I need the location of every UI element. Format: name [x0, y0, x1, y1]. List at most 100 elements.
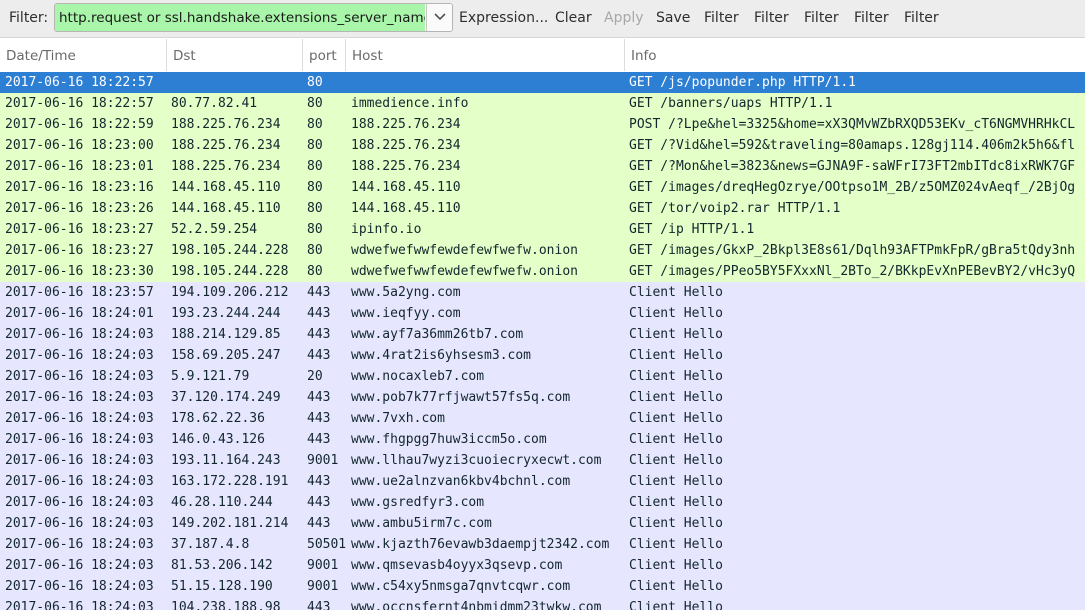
packet-row[interactable]: 2017-06-16 18:23:30 198.105.244.228 80 wdwe…: [0, 261, 1085, 282]
clear-button[interactable]: Clear: [555, 10, 592, 26]
packet-info: GET /images/GkxP_2Bkpl3E8s61/Dqlh93AFTPm…: [629, 243, 1076, 258]
packet-dst: 52.2.59.254: [171, 222, 258, 237]
packet-time: 2017-06-16 18:23:30: [5, 264, 154, 279]
packet-time: 2017-06-16 18:24:03: [5, 537, 154, 552]
packet-row[interactable]: 2017-06-16 18:24:03 81.53.206.142 9001 www.…: [0, 555, 1085, 576]
packet-port: 50501: [307, 537, 347, 552]
packet-port: 80: [307, 201, 323, 216]
filter-button-4[interactable]: Filter: [854, 10, 889, 26]
packet-row[interactable]: 2017-06-16 18:24:03 158.69.205.247 443 www.…: [0, 345, 1085, 366]
packet-row[interactable]: 2017-06-16 18:23:27 52.2.59.254 80 ipinfo.i…: [0, 219, 1085, 240]
packet-row[interactable]: 2017-06-16 18:23:26 144.168.45.110 80 144.1…: [0, 198, 1085, 219]
packet-row[interactable]: 2017-06-16 18:24:03 193.11.164.243 9001 www…: [0, 450, 1085, 471]
packet-time: 2017-06-16 18:23:16: [5, 180, 154, 195]
packet-row[interactable]: 2017-06-16 18:24:03 46.28.110.244 443 www.g…: [0, 492, 1085, 513]
packet-host: www.ieqfyy.com: [351, 306, 461, 321]
column-header-datetime[interactable]: Date/Time: [0, 39, 167, 71]
packet-host: ipinfo.io: [351, 222, 422, 237]
packet-host: www.ue2alnzvan6kbv4bchnl.com: [351, 474, 571, 489]
packet-row[interactable]: 2017-06-16 18:24:03 178.62.22.36 443 www.7v…: [0, 408, 1085, 429]
packet-row[interactable]: 2017-06-16 18:24:03 37.120.174.249 443 www.…: [0, 387, 1085, 408]
expression-button[interactable]: Expression...: [459, 10, 548, 26]
packet-row[interactable]: 2017-06-16 18:24:03 149.202.181.214 443 www…: [0, 513, 1085, 534]
packet-host: [351, 72, 623, 93]
filter-button-5[interactable]: Filter: [904, 10, 939, 26]
filter-dropdown-button[interactable]: [426, 4, 452, 31]
packet-host: www.llhau7wyzi3cuoiecryxecwt.com: [351, 453, 602, 468]
packet-port: 9001: [307, 558, 339, 573]
packet-row[interactable]: 2017-06-16 18:24:03 146.0.43.126 443 www.fh…: [0, 429, 1085, 450]
packet-host: wdwefwefwwfewdefewfwefw.onion: [351, 264, 578, 279]
packet-row[interactable]: 2017-06-16 18:24:03 5.9.121.79 20 www.nocax…: [0, 366, 1085, 387]
column-header-info[interactable]: Info: [625, 39, 1085, 71]
packet-dst: 194.109.206.212: [171, 285, 289, 300]
packet-port: 80: [307, 222, 323, 237]
packet-host: www.ambu5irm7c.com: [351, 516, 492, 531]
packet-info: GET /images/PPeo5BY5FXxxNl_2BTo_2/BKkpEv…: [629, 264, 1076, 279]
packet-time: 2017-06-16 18:24:03: [5, 369, 154, 384]
save-button[interactable]: Save: [656, 10, 690, 26]
column-header-dst[interactable]: Dst: [167, 39, 303, 71]
packet-info: Client Hello: [629, 474, 723, 489]
packet-host: www.kjazth76evawb3daempjt2342.com: [351, 537, 610, 552]
packet-row[interactable]: 2017-06-16 18:24:01 193.23.244.244 443 www.…: [0, 303, 1085, 324]
packet-port: 443: [307, 306, 331, 321]
packet-row[interactable]: 2017-06-16 18:22:59 188.225.76.234 80 188.2…: [0, 114, 1085, 135]
packet-row[interactable]: 2017-06-16 18:23:16 144.168.45.110 80 144.1…: [0, 177, 1085, 198]
packet-time: 2017-06-16 18:23:26: [5, 201, 154, 216]
display-filter-input[interactable]: http.request or ssl.handshake.extensions…: [55, 4, 425, 31]
packet-host: www.ayf7a36mm26tb7.com: [351, 327, 524, 342]
packet-time: 2017-06-16 18:24:03: [5, 474, 154, 489]
packet-row[interactable]: 2017-06-16 18:24:03 104.238.188.98 443 www.…: [0, 597, 1085, 610]
packet-dst: [171, 72, 301, 93]
packet-dst: 37.187.4.8: [171, 537, 250, 552]
packet-time: 2017-06-16 18:22:57: [5, 75, 154, 90]
packet-time: 2017-06-16 18:24:03: [5, 558, 154, 573]
packet-time: 2017-06-16 18:24:03: [5, 600, 154, 610]
column-header-port[interactable]: port: [303, 39, 346, 71]
column-header-host[interactable]: Host: [346, 39, 625, 71]
filter-toolbar: Filter: http.request or ssl.handshake.ex…: [0, 0, 1085, 38]
packet-row[interactable]: 2017-06-16 18:22:57 80.77.82.41 80 immedien…: [0, 93, 1085, 114]
packet-time: 2017-06-16 18:24:03: [5, 453, 154, 468]
packet-row-selected[interactable]: 2017-06-16 18:22:57 80 GET /js/popunder.ph…: [0, 72, 1085, 93]
packet-list-header: Date/Time Dst port Host Info: [0, 39, 1085, 71]
packet-time: 2017-06-16 18:22:57: [5, 96, 154, 111]
packet-row[interactable]: 2017-06-16 18:23:01 188.225.76.234 80 188.2…: [0, 156, 1085, 177]
packet-port: 80: [307, 243, 323, 258]
packet-dst: 178.62.22.36: [171, 411, 265, 426]
packet-row[interactable]: 2017-06-16 18:24:03 188.214.129.85 443 www.…: [0, 324, 1085, 345]
filter-label: Filter:: [9, 10, 49, 26]
packet-list: 2017-06-16 18:22:57 80 GET /js/popunder.ph…: [0, 72, 1085, 610]
packet-info: GET /?Vid&hel=592&traveling=80amaps.128g…: [629, 138, 1076, 153]
packet-row[interactable]: 2017-06-16 18:23:00 188.225.76.234 80 188.2…: [0, 135, 1085, 156]
packet-info: GET /images/dreqHegOzrye/OOtpso1M_2B/z5O…: [629, 180, 1076, 195]
apply-button[interactable]: Apply: [604, 10, 644, 26]
filter-button-1[interactable]: Filter: [704, 10, 739, 26]
packet-time: 2017-06-16 18:24:03: [5, 390, 154, 405]
filter-button-3[interactable]: Filter: [804, 10, 839, 26]
packet-row[interactable]: 2017-06-16 18:24:03 163.172.228.191 443 www…: [0, 471, 1085, 492]
display-filter-combo[interactable]: http.request or ssl.handshake.extensions…: [54, 3, 453, 32]
packet-port: 443: [307, 432, 331, 447]
packet-info: Client Hello: [629, 579, 723, 594]
packet-info: GET /js/popunder.php HTTP/1.1: [629, 75, 856, 90]
packet-row[interactable]: 2017-06-16 18:23:27 198.105.244.228 80 wdwe…: [0, 240, 1085, 261]
packet-row[interactable]: 2017-06-16 18:24:03 37.187.4.8 50501 www.kj…: [0, 534, 1085, 555]
packet-info: GET /?Mon&hel=3823&news=GJNA9F-saWFrI73F…: [629, 159, 1076, 174]
packet-time: 2017-06-16 18:24:03: [5, 348, 154, 363]
packet-dst: 144.168.45.110: [171, 180, 281, 195]
packet-host: www.fhgpgg7huw3iccm5o.com: [351, 432, 547, 447]
packet-port: 443: [307, 411, 331, 426]
packet-dst: 193.11.164.243: [171, 453, 281, 468]
packet-row[interactable]: 2017-06-16 18:23:57 194.109.206.212 443 www…: [0, 282, 1085, 303]
packet-time: 2017-06-16 18:23:27: [5, 222, 154, 237]
packet-row[interactable]: 2017-06-16 18:24:03 51.15.128.190 9001 www.…: [0, 576, 1085, 597]
packet-port: 9001: [307, 453, 339, 468]
packet-time: 2017-06-16 18:23:01: [5, 159, 154, 174]
packet-dst: 198.105.244.228: [171, 243, 289, 258]
packet-host: www.pob7k77rfjwawt57fs5q.com: [351, 390, 571, 405]
packet-info: Client Hello: [629, 432, 723, 447]
filter-button-2[interactable]: Filter: [754, 10, 789, 26]
packet-port: 80: [307, 264, 323, 279]
